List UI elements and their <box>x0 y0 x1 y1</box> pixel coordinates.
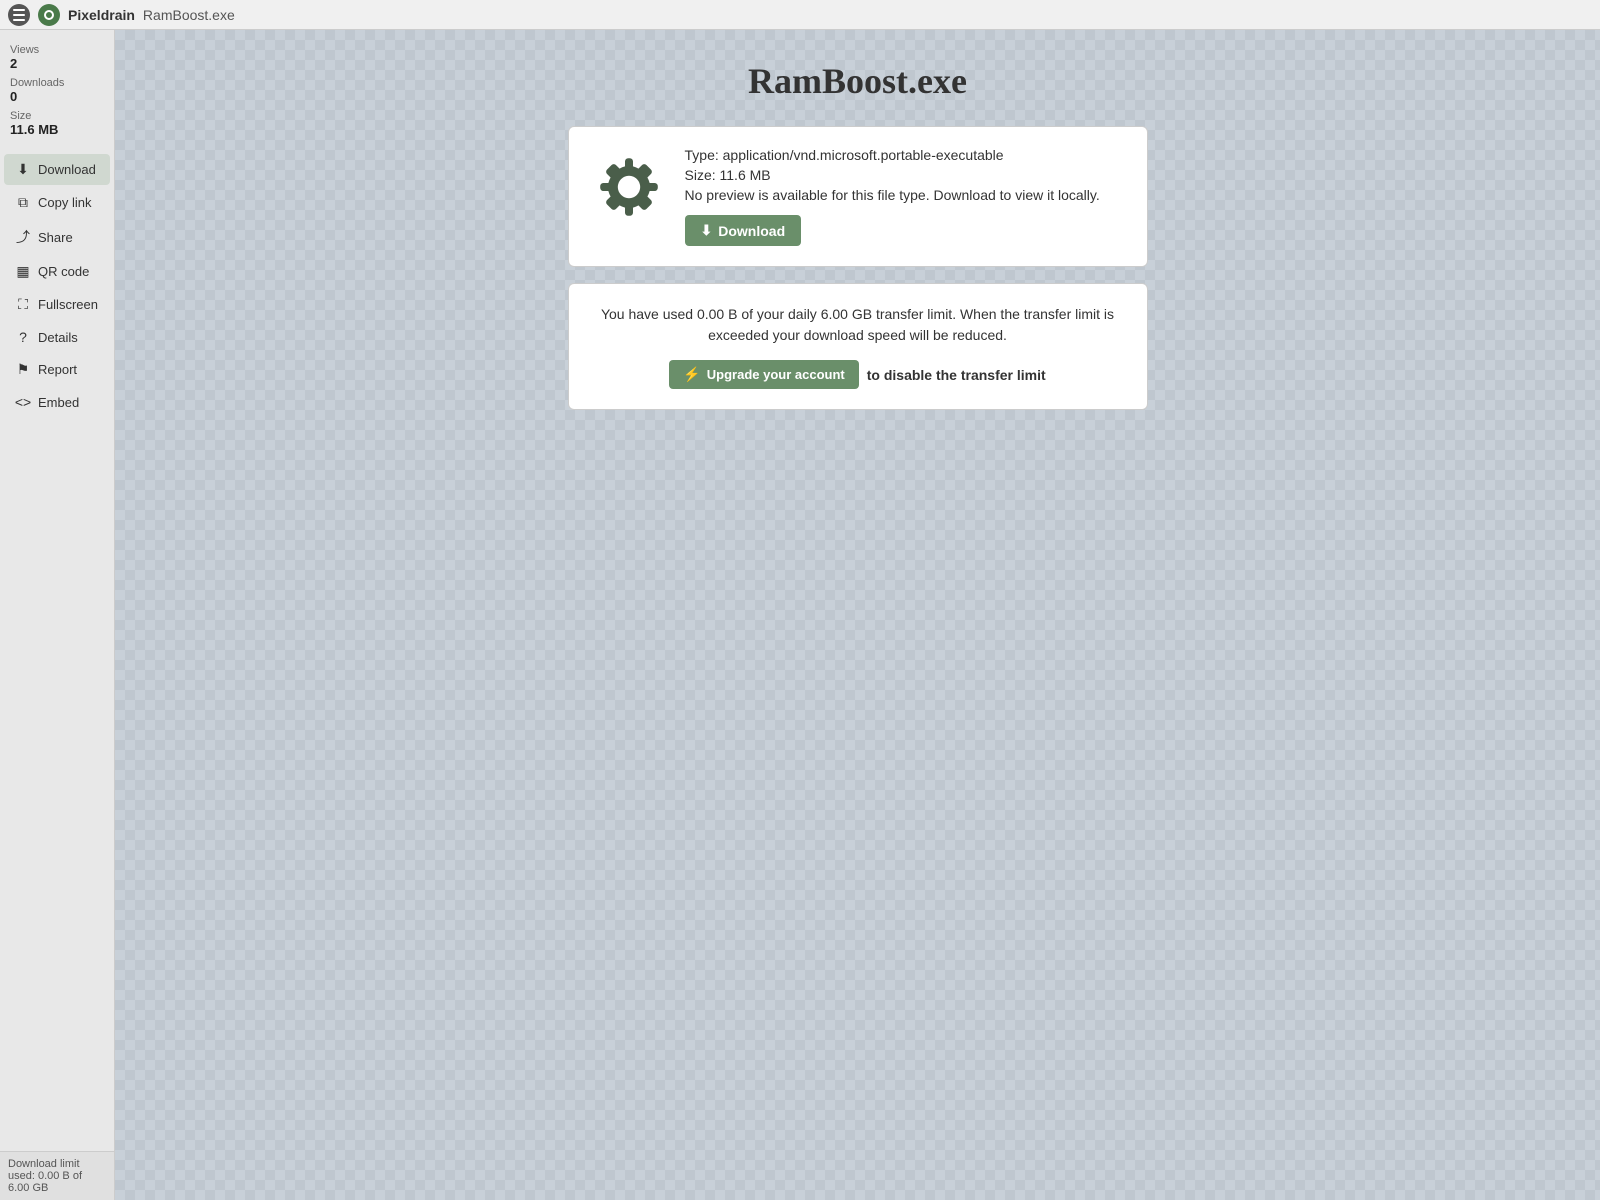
transfer-info-text: You have used 0.00 B of your daily 6.00 … <box>589 304 1127 346</box>
sidebar-copy-link-button[interactable]: ⧉ Copy link <box>4 187 110 218</box>
sidebar-embed-button[interactable]: <> Embed <box>4 387 110 417</box>
file-type-line: Type: application/vnd.microsoft.portable… <box>685 147 1127 163</box>
transfer-limit-card: You have used 0.00 B of your daily 6.00 … <box>568 283 1148 410</box>
download-arrow-icon: ⬇ <box>701 222 713 239</box>
share-icon: ⤴ <box>14 227 32 247</box>
file-size-label: Size: <box>685 167 716 183</box>
lightning-icon: ⚡ <box>683 366 700 383</box>
copy-link-icon: ⧉ <box>14 194 32 211</box>
main-layout: Views 2 Downloads 0 Size 11.6 MB ⬇ Downl… <box>0 30 1600 1200</box>
sidebar-fullscreen-button[interactable]: ⛶ Fullscreen <box>4 289 110 320</box>
main-download-label: Download <box>718 223 785 239</box>
file-title: RamBoost.exe <box>135 60 1580 102</box>
topbar-filename: RamBoost.exe <box>143 7 235 23</box>
upgrade-account-button[interactable]: ⚡ Upgrade your account <box>669 360 858 389</box>
downloads-label: Downloads <box>10 77 104 89</box>
sidebar: Views 2 Downloads 0 Size 11.6 MB ⬇ Downl… <box>0 30 115 1200</box>
upgrade-btn-label: Upgrade your account <box>707 367 845 382</box>
upgrade-suffix-text: to disable the transfer limit <box>867 367 1046 383</box>
embed-icon: <> <box>14 394 32 410</box>
file-size-value: 11.6 MB <box>720 167 771 183</box>
details-icon: ? <box>14 329 32 345</box>
views-label: Views <box>10 44 104 56</box>
sidebar-download-label: Download <box>38 162 96 177</box>
sidebar-details-label: Details <box>38 330 78 345</box>
sidebar-report-button[interactable]: ⚑ Report <box>4 354 110 385</box>
sidebar-report-label: Report <box>38 362 77 377</box>
pixeldrain-logo <box>38 4 60 26</box>
file-size-line: Size: 11.6 MB <box>685 167 1127 183</box>
file-type-value: application/vnd.microsoft.portable-execu… <box>723 147 1004 163</box>
file-info: Type: application/vnd.microsoft.portable… <box>685 147 1127 246</box>
sidebar-qr-code-button[interactable]: ▦ QR code <box>4 256 110 287</box>
size-label: Size <box>10 110 104 122</box>
brand-name: Pixeldrain <box>68 7 135 23</box>
sidebar-stats: Views 2 Downloads 0 Size 11.6 MB <box>0 38 114 153</box>
file-info-card: Type: application/vnd.microsoft.portable… <box>568 126 1148 267</box>
sidebar-embed-label: Embed <box>38 395 79 410</box>
main-download-button[interactable]: ⬇ Download <box>685 215 802 246</box>
topbar: Pixeldrain RamBoost.exe <box>0 0 1600 30</box>
no-preview-text: No preview is available for this file ty… <box>685 187 1127 203</box>
size-value: 11.6 MB <box>10 122 104 137</box>
sidebar-download-button[interactable]: ⬇ Download <box>4 154 110 185</box>
sidebar-fullscreen-label: Fullscreen <box>38 297 98 312</box>
gear-icon <box>589 147 669 227</box>
sidebar-share-button[interactable]: ⤴ Share <box>4 220 110 254</box>
download-icon: ⬇ <box>14 161 32 178</box>
file-type-label: Type: <box>685 147 719 163</box>
report-icon: ⚑ <box>14 361 32 378</box>
upgrade-section: ⚡ Upgrade your account to disable the tr… <box>589 360 1127 389</box>
sidebar-qr-code-label: QR code <box>38 264 89 279</box>
file-icon-container <box>589 147 669 230</box>
downloads-value: 0 <box>10 89 104 104</box>
sidebar-share-label: Share <box>38 230 73 245</box>
fullscreen-icon: ⛶ <box>14 296 32 313</box>
sidebar-copy-link-label: Copy link <box>38 195 91 210</box>
views-value: 2 <box>10 56 104 71</box>
content-area: RamBoost.exe Type: application/vnd.micro… <box>115 30 1600 1200</box>
qr-code-icon: ▦ <box>14 263 32 280</box>
sidebar-details-button[interactable]: ? Details <box>4 322 110 352</box>
download-limit-text: Download limit used: 0.00 B of 6.00 GB <box>0 1151 114 1200</box>
menu-button[interactable] <box>8 4 30 26</box>
